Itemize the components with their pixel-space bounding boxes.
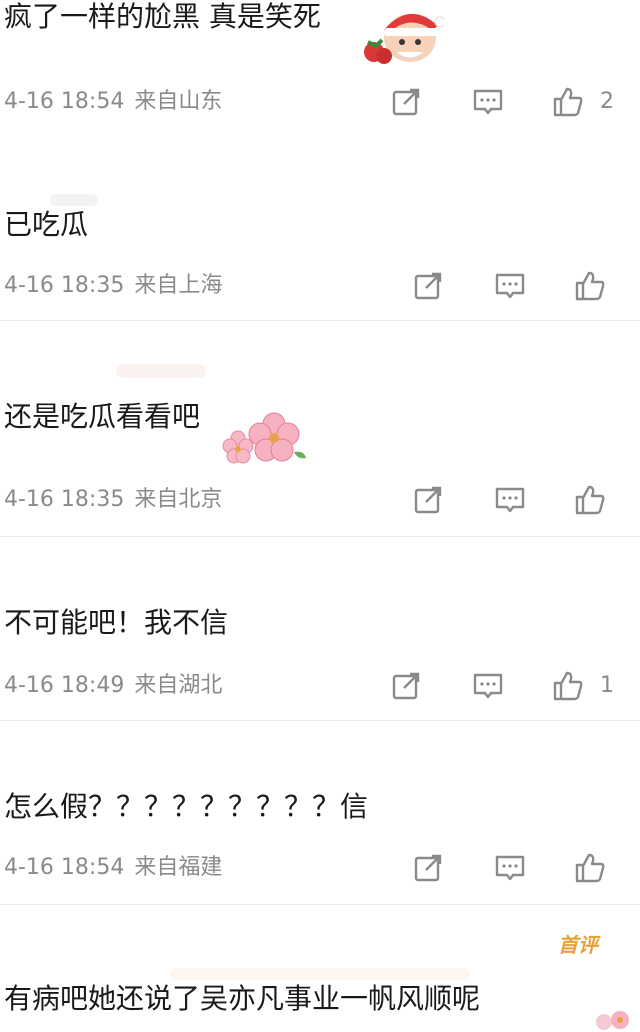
comment-actions [412,484,640,516]
share-icon [392,88,420,116]
comment-text: 已吃瓜 [4,208,89,241]
comment-item: 已吃瓜 4-16 18:35 来自上海 [0,190,640,320]
comment-time: 4-16 18:54 [4,89,125,114]
comment-actions: 2 [390,86,640,118]
comment-text: 有病吧她还说了吴亦凡事业一帆风顺呢 [4,982,481,1015]
share-icon [414,854,442,882]
comment-meta: 4-16 18:54 来自福建 [4,854,222,882]
share-button[interactable] [390,86,422,118]
reply-button[interactable] [472,86,504,118]
thumbs-up-icon [553,87,583,117]
like-button[interactable] [574,484,606,516]
comment-item: 还是吃瓜看看吧 4-16 18:35 来自北京 [0,360,640,535]
comment-meta: 4-16 18:49 来自湖北 [4,672,222,700]
comment-icon [495,855,525,881]
like-count: 2 [600,89,614,114]
comment-time: 4-16 18:35 [4,487,125,512]
comment-icon [495,273,525,299]
comment-location: 来自北京 [134,487,223,512]
share-icon [414,486,442,514]
comment-text: 疯了一样的尬黑 真是笑死 [4,0,321,33]
thumbs-up-icon [575,485,605,515]
divider [0,720,640,721]
first-comment-badge: 首评 [558,933,598,957]
blurred-area [116,364,206,378]
flower-emoji-icon [220,410,310,468]
comment-location: 来自上海 [134,273,223,298]
thumbs-up-icon [553,671,583,701]
comment-icon [495,487,525,513]
santa-emoji-icon [360,0,446,66]
blurred-area [50,194,98,206]
divider [0,536,640,537]
share-icon [414,272,442,300]
comment-meta: 4-16 18:35 来自上海 [4,272,222,300]
comment-item: 首评 有病吧她还说了吴亦凡事业一帆风顺呢 [0,920,640,1032]
like-button[interactable] [574,270,606,302]
share-button[interactable] [412,484,444,516]
reply-button[interactable] [494,484,526,516]
comment-location: 来自湖北 [134,673,223,698]
share-icon [392,672,420,700]
like-button[interactable] [552,670,584,702]
reply-button[interactable] [494,852,526,884]
reply-button[interactable] [472,670,504,702]
comment-item: 疯了一样的尬黑 真是笑死 4-16 18:54 来自山东 2 [0,0,640,135]
blurred-area [170,968,470,980]
comment-item: 怎么假？？？？？？？？？信 4-16 18:54 来自福建 [0,788,640,904]
divider [0,320,640,321]
comment-icon [473,673,503,699]
comment-time: 4-16 18:49 [4,673,125,698]
comment-location: 来自福建 [134,855,223,880]
share-button[interactable] [390,670,422,702]
like-count: 1 [600,673,614,698]
comment-actions: 1 [390,670,640,702]
like-button[interactable] [552,86,584,118]
like-button[interactable] [574,852,606,884]
comment-feed: 疯了一样的尬黑 真是笑死 4-16 18:54 来自山东 2 已吃瓜 4-16 … [0,0,640,1032]
share-button[interactable] [412,270,444,302]
reply-button[interactable] [494,270,526,302]
comment-actions [412,270,640,302]
comment-icon [473,89,503,115]
comment-meta: 4-16 18:35 来自北京 [4,486,222,514]
comment-location: 来自山东 [134,89,223,114]
comment-text: 不可能吧！我不信 [4,606,229,639]
share-button[interactable] [412,852,444,884]
comment-time: 4-16 18:54 [4,855,125,880]
comment-text: 还是吃瓜看看吧 [4,400,201,433]
divider [0,904,640,905]
comment-meta: 4-16 18:54 来自山东 [4,88,222,116]
sticker-icon [590,1010,638,1032]
divider [0,138,640,139]
comment-text: 怎么假？？？？？？？？？信 [4,790,369,823]
comment-actions [412,852,640,884]
comment-time: 4-16 18:35 [4,273,125,298]
comment-item: 不可能吧！我不信 4-16 18:49 来自湖北 1 [0,600,640,720]
thumbs-up-icon [575,271,605,301]
thumbs-up-icon [575,853,605,883]
